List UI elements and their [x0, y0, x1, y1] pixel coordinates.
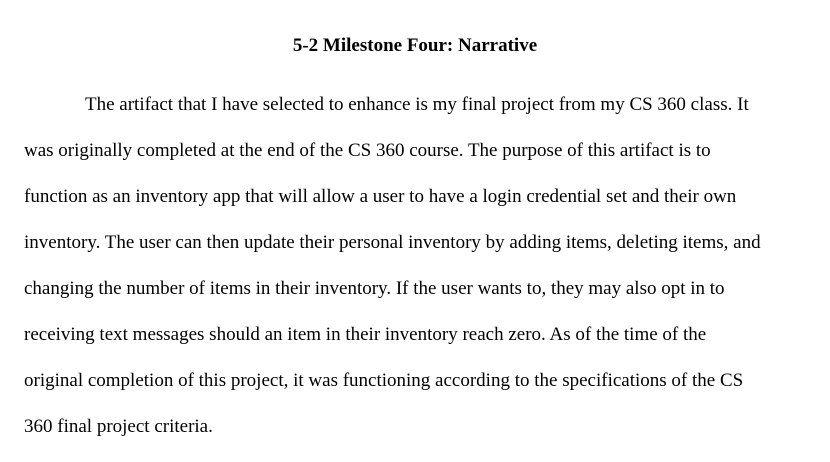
paragraph-line: receiving text messages should an item i… — [24, 324, 707, 345]
paragraph-line: 360 final project criteria. — [24, 416, 213, 437]
paragraph-line: The artifact that I have selected to enh… — [85, 94, 749, 115]
paragraph-line: inventory. The user can then update thei… — [24, 232, 761, 253]
paragraph-line: changing the number of items in their in… — [24, 278, 725, 299]
document-page: 5-2 Milestone Four: Narrative The artifa… — [0, 0, 830, 462]
paragraph-line: was originally completed at the end of t… — [24, 140, 711, 161]
paragraph-line: function as an inventory app that will a… — [24, 186, 737, 207]
paragraph-line: original completion of this project, it … — [24, 370, 744, 391]
document-title: 5-2 Milestone Four: Narrative — [292, 35, 538, 56]
